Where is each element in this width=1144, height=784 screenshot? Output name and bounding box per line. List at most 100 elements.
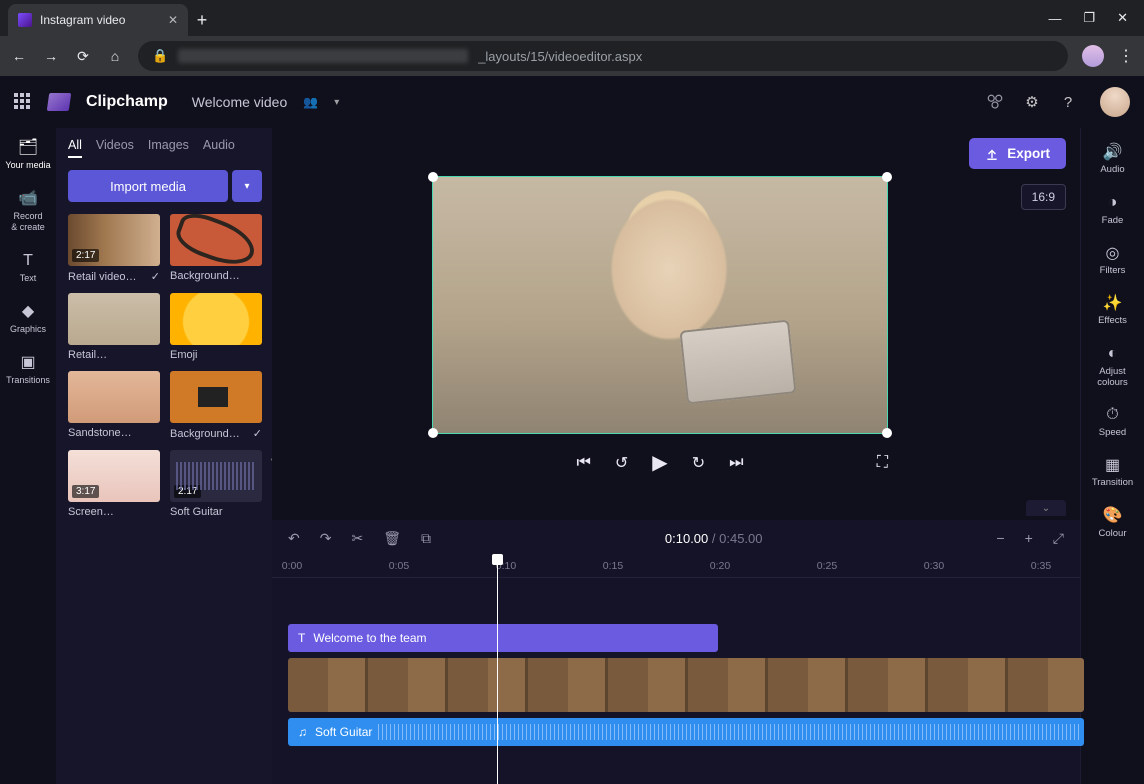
tab-audio[interactable]: Audio (203, 138, 235, 158)
rr-effects[interactable]: ✨Effects (1081, 289, 1144, 333)
rr-fade[interactable]: ◑Fade (1081, 188, 1144, 232)
tab-images[interactable]: Images (148, 138, 189, 158)
forward-icon[interactable]: → (42, 48, 60, 64)
media-thumbnail (170, 371, 262, 423)
skip-start-icon[interactable]: ⏮ (576, 454, 590, 472)
rr-colour[interactable]: 🎨Colour (1081, 501, 1144, 545)
browser-tab[interactable]: Instagram video ✕ (8, 4, 188, 36)
palette-icon: 🎨 (1081, 507, 1144, 525)
tab-videos[interactable]: Videos (96, 138, 134, 158)
media-thumbnail (68, 371, 160, 423)
media-item[interactable]: Sandstone… (68, 371, 160, 440)
project-name[interactable]: Welcome video (192, 94, 287, 110)
media-item[interactable]: Background…✓ (170, 371, 262, 440)
tab-all[interactable]: All (68, 138, 82, 158)
shared-indicator-icon[interactable]: 👥 (303, 95, 318, 109)
zoom-fit-icon[interactable]: ⤢ (1053, 530, 1064, 547)
browser-profile-avatar[interactable] (1082, 45, 1104, 67)
rr-label: Audio (1100, 164, 1124, 175)
media-item[interactable]: 2:17Soft Guitar (170, 450, 262, 518)
video-track-clip[interactable] (288, 658, 1084, 712)
export-button[interactable]: Export (969, 138, 1066, 169)
timeline-tracks[interactable]: T Welcome to the team ♫ Soft Guitar (272, 578, 1080, 784)
help-icon[interactable]: ? (1058, 94, 1078, 111)
media-item[interactable]: Retail… (68, 293, 160, 361)
rail-label: Transitions (6, 375, 50, 385)
aspect-ratio-selector[interactable]: 16:9 (1021, 184, 1066, 210)
minimize-icon[interactable]: ― (1048, 11, 1061, 26)
project-menu-chevron-icon[interactable]: ▾ (334, 97, 339, 108)
clipchamp-logo-icon (47, 93, 72, 111)
media-item[interactable]: 2:17Retail video…✓ (68, 214, 160, 283)
video-preview[interactable] (432, 176, 888, 434)
reload-icon[interactable]: ⟳ (74, 48, 92, 65)
text-track-clip[interactable]: T Welcome to the team (288, 624, 718, 652)
upgrade-icon[interactable] (986, 93, 1006, 111)
timeline-ruler[interactable]: 0:000:050:100:150:200:250:300:35 (272, 556, 1080, 578)
browser-tab-strip: Instagram video ✕ + ― ❐ ✕ (0, 0, 1144, 36)
ruler-tick: 0:30 (924, 560, 944, 572)
fullscreen-icon[interactable]: ⛶ (877, 454, 888, 472)
zoom-in-icon[interactable]: + (1025, 530, 1033, 546)
duplicate-icon[interactable]: ⧉ (421, 530, 431, 547)
media-item[interactable]: 3:17Screen… (68, 450, 160, 518)
speaker-icon: 🔊 (1081, 144, 1144, 162)
rr-audio[interactable]: 🔊 Audio (1081, 138, 1144, 182)
import-media-dropdown[interactable]: ▾ (232, 170, 262, 202)
ruler-tick: 0:00 (282, 560, 302, 572)
browser-menu-icon[interactable]: ⋮ (1118, 46, 1134, 66)
timeline-expand-toggle[interactable]: ⌄ (1026, 500, 1066, 516)
gauge-icon: ⏱ (1081, 406, 1144, 424)
rail-label: Your media (5, 160, 50, 170)
rail-graphics[interactable]: ◆Graphics (0, 296, 56, 341)
window-controls: ― ❐ ✕ (1048, 0, 1144, 36)
rr-speed[interactable]: ⏱Speed (1081, 400, 1144, 444)
audio-track-clip[interactable]: ♫ Soft Guitar (288, 718, 1084, 746)
delete-icon[interactable]: 🗑 (383, 530, 401, 547)
rewind-icon[interactable]: ↺ (615, 453, 628, 473)
ruler-tick: 0:35 (1031, 560, 1051, 572)
fade-icon: ◑ (1081, 194, 1144, 212)
media-item[interactable]: Emoji (170, 293, 262, 361)
text-clip-label: Welcome to the team (313, 631, 426, 645)
undo-icon[interactable]: ↶ (288, 530, 300, 547)
zoom-out-icon[interactable]: − (996, 530, 1004, 546)
maximize-icon[interactable]: ❐ (1083, 10, 1095, 26)
resize-handle[interactable] (428, 172, 438, 182)
new-tab-button[interactable]: + (188, 4, 216, 36)
forward-icon[interactable]: ↻ (692, 453, 705, 473)
resize-handle[interactable] (428, 428, 438, 438)
camera-icon: 📹 (0, 189, 56, 208)
playhead[interactable] (497, 556, 498, 784)
media-item[interactable]: Background… (170, 214, 262, 283)
redo-icon[interactable]: ↷ (320, 530, 332, 547)
close-window-icon[interactable]: ✕ (1117, 10, 1128, 26)
close-tab-icon[interactable]: ✕ (168, 13, 178, 27)
shapes-icon: ◆ (0, 302, 56, 321)
media-duration: 2:17 (72, 249, 99, 262)
rail-your-media[interactable]: 🗂Your media (0, 132, 56, 177)
rr-label: Effects (1098, 315, 1127, 326)
upload-icon (985, 147, 999, 161)
split-icon[interactable]: ✂ (351, 530, 363, 547)
settings-icon[interactable]: ⚙ (1022, 93, 1042, 111)
rr-adjust-colours[interactable]: ◐Adjust colours (1081, 339, 1144, 394)
timeline-toolbar: ↶ ↷ ✂ 🗑 ⧉ 0:10.00 / 0:45.00 − + ⤢ (272, 520, 1080, 556)
rail-transitions[interactable]: ▣Transitions (0, 347, 56, 392)
play-icon[interactable]: ▶ (652, 450, 667, 475)
user-avatar[interactable] (1100, 87, 1130, 117)
timeline: ↶ ↷ ✂ 🗑 ⧉ 0:10.00 / 0:45.00 − + ⤢ 0:00 0:… (272, 520, 1080, 784)
app-launcher-icon[interactable] (14, 93, 32, 111)
address-bar[interactable]: 🔒 _layouts/15/videoeditor.aspx (138, 41, 1068, 71)
rr-transition[interactable]: ▦Transition (1081, 451, 1144, 495)
resize-handle[interactable] (882, 428, 892, 438)
skip-end-icon[interactable]: ⏭ (729, 454, 743, 472)
rail-text[interactable]: TText (0, 245, 56, 290)
rail-record-create[interactable]: 📹Record & create (0, 183, 56, 239)
text-track-icon: T (298, 631, 305, 645)
resize-handle[interactable] (882, 172, 892, 182)
import-media-button[interactable]: Import media (68, 170, 228, 202)
home-icon[interactable]: ⌂ (106, 48, 124, 64)
rr-filters[interactable]: ◎Filters (1081, 239, 1144, 283)
back-icon[interactable]: ← (10, 48, 28, 64)
